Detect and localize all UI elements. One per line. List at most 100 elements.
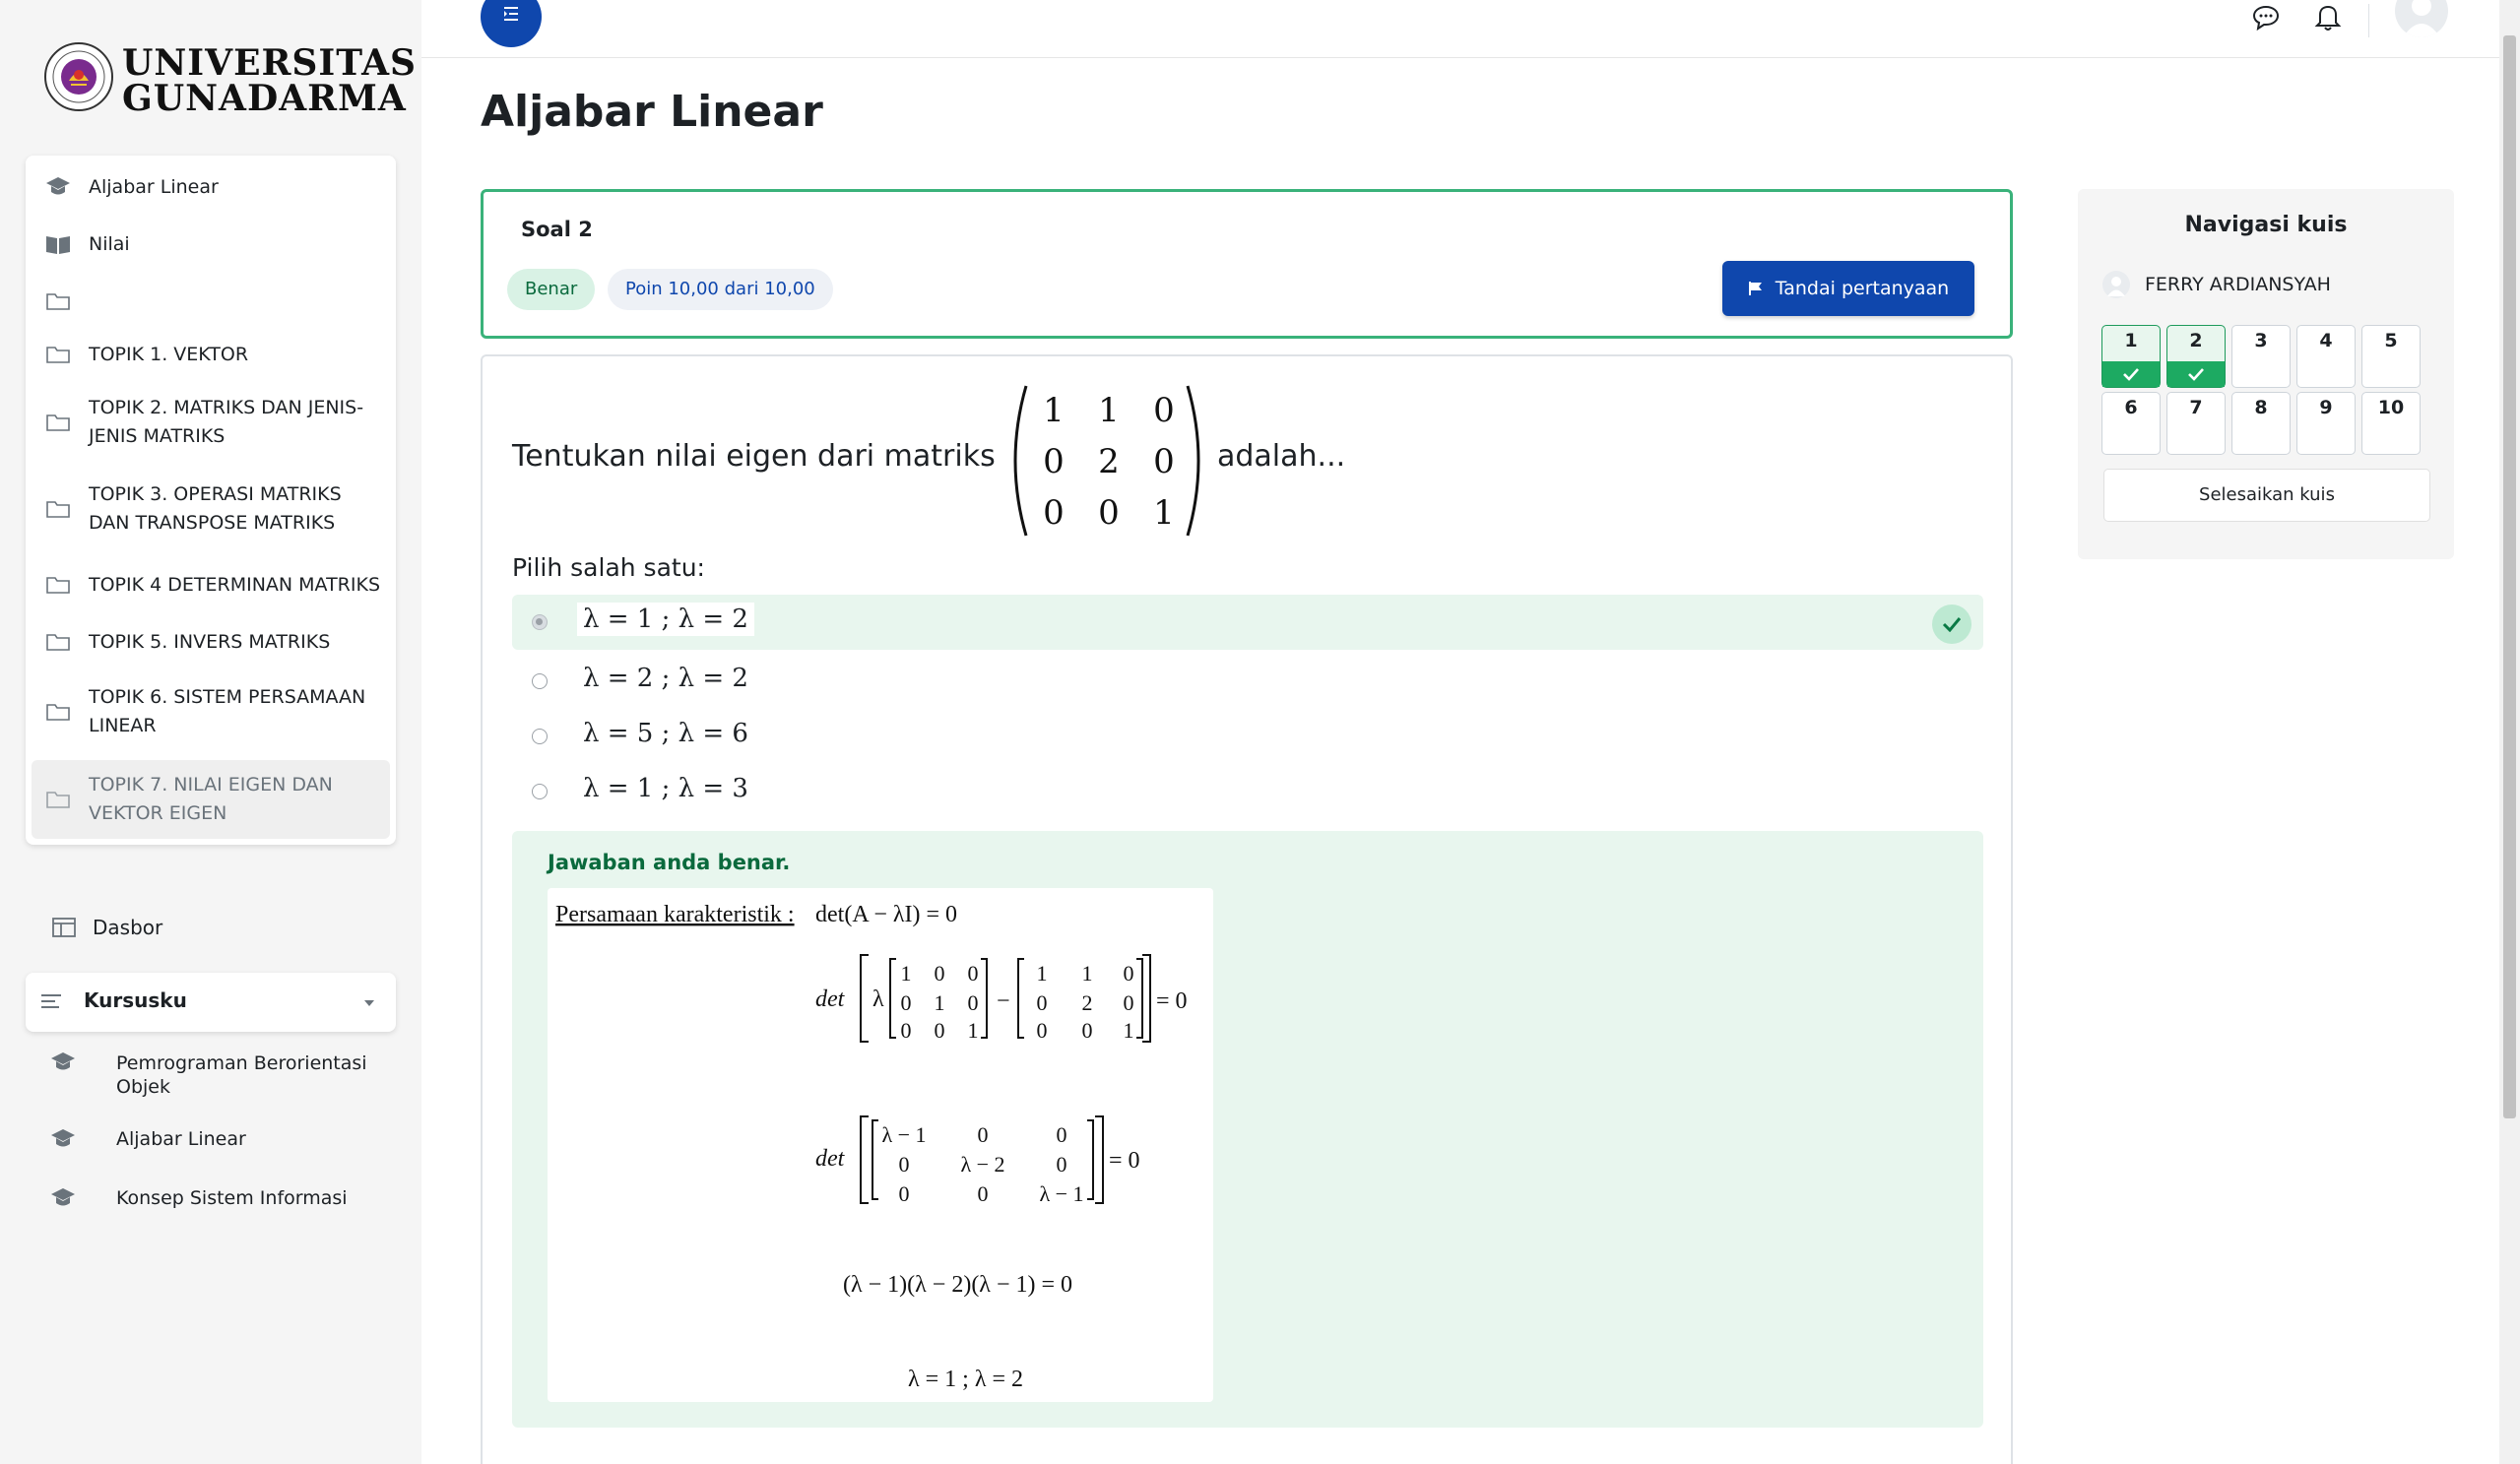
question-text: Tentukan nilai eigen dari matriks [512, 439, 996, 474]
quiz-question-button[interactable]: 3 [2231, 325, 2291, 388]
sidebar-item-dashboard[interactable]: Dasbor [51, 916, 162, 939]
sidebar-item-topik-7[interactable]: TOPIK 7. NILAI EIGEN DAN VEKTOR EIGEN [32, 760, 390, 839]
quiz-user: FERRY ARDIANSYAH [2101, 270, 2331, 299]
sidebar-item-topik-3[interactable]: TOPIK 3. OPERASI MATRIKS DAN TRANSPOSE M… [26, 480, 396, 538]
sidebar-item-label: TOPIK 4 DETERMINAN MATRIKS [89, 573, 381, 596]
solution-steps: Persamaan karakteristik : det(A − λI) = … [555, 902, 1188, 1392]
quiz-question-button[interactable]: 4 [2296, 325, 2356, 388]
check-icon [2188, 368, 2204, 381]
quiz-question-button[interactable]: 6 [2101, 392, 2161, 455]
dashboard-label: Dasbor [93, 916, 163, 939]
page-title: Aljabar Linear [481, 87, 823, 137]
svg-text:0: 0 [968, 990, 979, 1015]
sidebar-item-label: Nilai [89, 232, 130, 255]
quiz-question-button[interactable]: 1 [2101, 325, 2161, 388]
answer-radio[interactable] [532, 673, 548, 689]
answer-label: λ = 1 ; λ = 3 [583, 774, 748, 803]
question-matrix: 1 1 0 0 2 0 0 0 1 [1013, 385, 1200, 537]
answer-radio[interactable] [532, 784, 548, 799]
sidebar-item-topik-5[interactable]: TOPIK 5. INVERS MATRIKS [26, 622, 396, 662]
university-seal-icon [44, 42, 113, 111]
svg-text:= 0: = 0 [1156, 988, 1188, 1014]
drawer-toggle-button[interactable] [481, 0, 542, 47]
sidebar-item-topik-6[interactable]: TOPIK 6. SISTEM PERSAMAAN LINEAR [26, 683, 396, 740]
answer-option[interactable]: λ = 2 ; λ = 2 [512, 654, 1983, 709]
folder-icon [46, 634, 70, 651]
answer-radio[interactable] [532, 729, 548, 744]
top-navbar [421, 0, 2499, 58]
quiz-question-button[interactable]: 2 [2166, 325, 2226, 388]
sidebar-item-label: TOPIK 7. NILAI EIGEN DAN VEKTOR EIGEN [89, 774, 333, 824]
quiz-question-button[interactable]: 7 [2166, 392, 2226, 455]
graduation-cap-icon [51, 1052, 75, 1070]
my-courses-dropdown[interactable]: Kursusku [26, 973, 396, 1032]
sidebar-item-course-home[interactable]: Aljabar Linear [26, 167, 396, 207]
sidebar-item-label: TOPIK 6. SISTEM PERSAMAAN LINEAR [89, 686, 366, 736]
sidebar-item-topik-1[interactable]: TOPIK 1. VEKTOR [26, 335, 396, 374]
navbar-divider [2368, 4, 2369, 37]
feedback-box: Jawaban anda benar. Persamaan karakteris… [512, 831, 1983, 1428]
matrix-cell: 1 [1043, 391, 1065, 430]
sidebar-item-section-general[interactable] [26, 282, 396, 321]
folder-icon [46, 293, 70, 310]
my-course-item[interactable]: Pemrograman Berorientasi Objek [49, 1051, 367, 1098]
sidebar: UNIVERSITAS GUNADARMA Aljabar Linear Nil… [0, 0, 421, 1464]
answer-radio[interactable] [532, 614, 548, 630]
svg-text:0: 0 [899, 1181, 910, 1206]
svg-text:0: 0 [1082, 1018, 1093, 1043]
user-avatar[interactable] [2395, 0, 2448, 37]
svg-text:0: 0 [935, 961, 945, 986]
question-number: Soal 2 [521, 218, 593, 241]
folder-icon [46, 501, 70, 518]
svg-text:0: 0 [1124, 961, 1134, 986]
my-course-item[interactable]: Aljabar Linear [49, 1128, 246, 1150]
course-index-card: Aljabar Linear Nilai TOPIK 1. VEKTOR TOP… [26, 156, 396, 845]
university-logo[interactable]: UNIVERSITAS GUNADARMA [43, 39, 416, 118]
matrix-cell: 1 [1153, 493, 1175, 533]
svg-text:0: 0 [968, 961, 979, 986]
answer-option[interactable]: λ = 1 ; λ = 2 [512, 595, 1983, 650]
flag-question-label: Tandai pertanyaan [1775, 278, 1950, 299]
quiz-navigation-panel: Navigasi kuis FERRY ARDIANSYAH 1 2 3 4 5… [2078, 189, 2454, 559]
quiz-navigation-title: Navigasi kuis [2184, 213, 2348, 237]
sidebar-item-grades[interactable]: Nilai [26, 224, 396, 264]
my-course-label: Pemrograman Berorientasi Objek [116, 1052, 367, 1098]
answer-prompt: Pilih salah satu: [512, 553, 705, 582]
check-icon [2123, 368, 2139, 381]
flag-question-button[interactable]: Tandai pertanyaan [1722, 261, 1974, 316]
correct-indicator [1932, 605, 1971, 644]
notification-bell-icon[interactable] [2314, 2, 2342, 32]
dashboard-icon [52, 918, 76, 937]
svg-text:−: − [997, 988, 1010, 1014]
list-icon [41, 994, 61, 1008]
quiz-question-button[interactable]: 9 [2296, 392, 2356, 455]
svg-text:0: 0 [1037, 1018, 1048, 1043]
scrollbar-thumb[interactable] [2503, 35, 2516, 1118]
svg-text:= 0: = 0 [1109, 1148, 1140, 1174]
book-icon [46, 236, 70, 254]
sidebar-item-topik-2[interactable]: TOPIK 2. MATRIKS DAN JENIS-JENIS MATRIKS [26, 394, 396, 451]
svg-text:1: 1 [1124, 1018, 1134, 1043]
matrix-cell: 0 [1043, 442, 1065, 481]
sidebar-item-topik-4[interactable]: TOPIK 4 DETERMINAN MATRIKS [26, 565, 396, 605]
quiz-question-button[interactable]: 10 [2361, 392, 2421, 455]
svg-text:1: 1 [935, 990, 945, 1015]
page-scrollbar[interactable] [2499, 0, 2520, 1464]
quiz-question-button[interactable]: 5 [2361, 325, 2421, 388]
factored-equation: (λ − 1)(λ − 2)(λ − 1) = 0 [843, 1272, 1072, 1298]
answer-label: λ = 5 ; λ = 6 [583, 719, 748, 748]
my-course-label: Aljabar Linear [116, 1128, 246, 1150]
det-word: det [815, 987, 846, 1012]
answer-option[interactable]: λ = 5 ; λ = 6 [512, 709, 1983, 764]
quiz-question-button[interactable]: 8 [2231, 392, 2291, 455]
my-course-item[interactable]: Konsep Sistem Informasi [49, 1187, 348, 1209]
answer-label: λ = 2 ; λ = 2 [583, 664, 748, 693]
user-avatar-icon [2102, 271, 2130, 298]
answer-option[interactable]: λ = 1 ; λ = 3 [512, 764, 1983, 819]
finish-quiz-button[interactable]: Selesaikan kuis [2103, 469, 2430, 522]
svg-text:0: 0 [1124, 990, 1134, 1015]
svg-text:0: 0 [978, 1122, 989, 1147]
svg-text:λ − 1: λ − 1 [1039, 1181, 1083, 1206]
svg-text:0: 0 [901, 1018, 912, 1043]
message-icon[interactable] [2251, 3, 2281, 32]
